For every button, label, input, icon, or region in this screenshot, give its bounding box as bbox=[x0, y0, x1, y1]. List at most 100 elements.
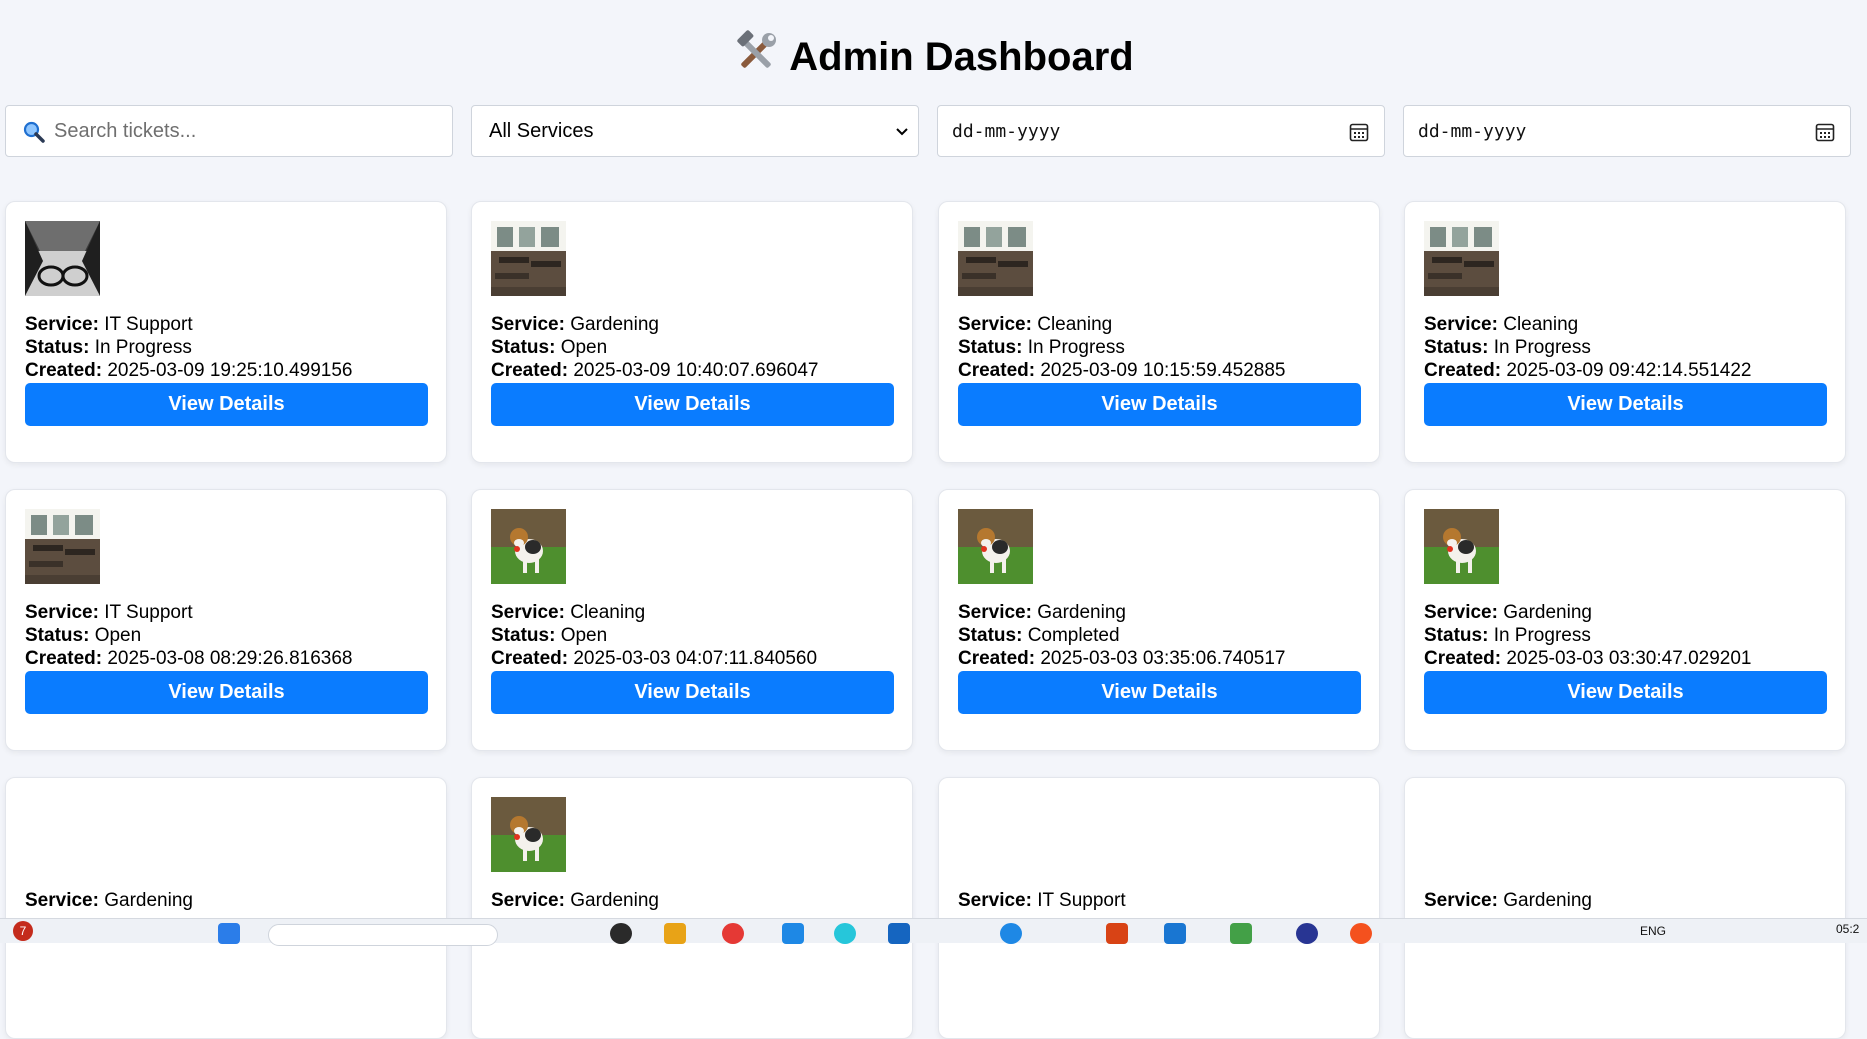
app-icon[interactable] bbox=[1296, 923, 1318, 944]
service-label: Service: bbox=[491, 314, 565, 335]
service-value: Cleaning bbox=[1037, 314, 1113, 335]
view-details-button[interactable]: View Details bbox=[958, 671, 1361, 714]
ticket-card: Service: IT Support bbox=[938, 777, 1380, 1039]
app-icon[interactable] bbox=[1000, 923, 1022, 944]
ticket-service: Service: Gardening bbox=[25, 889, 193, 912]
app-icon[interactable] bbox=[834, 923, 856, 944]
app-icon[interactable] bbox=[782, 923, 804, 944]
app-icon[interactable] bbox=[888, 923, 910, 944]
language-indicator[interactable]: ENG bbox=[1640, 924, 1666, 938]
page-title-text: Admin Dashboard bbox=[789, 35, 1134, 79]
date-to-input[interactable]: dd-mm-yyyy bbox=[1403, 105, 1851, 157]
service-select[interactable]: All Services bbox=[471, 105, 919, 157]
status-value: Open bbox=[560, 337, 608, 358]
ticket-service: Service: Gardening bbox=[491, 889, 659, 912]
ticket-status: Status: Open bbox=[491, 336, 607, 359]
ticket-created: Created: 2025-03-09 19:25:10.499156 bbox=[25, 359, 352, 382]
app-icon[interactable] bbox=[1350, 923, 1372, 944]
search-input[interactable] bbox=[52, 114, 442, 148]
ticket-thumbnail bbox=[1424, 509, 1499, 584]
created-label: Created: bbox=[25, 360, 103, 381]
ticket-status: Status: In Progress bbox=[25, 336, 192, 359]
ticket-card: Service: Gardening Status: In Progress Cre… bbox=[1404, 489, 1846, 751]
ticket-service: Service: Cleaning bbox=[491, 601, 645, 624]
service-label: Service: bbox=[491, 890, 565, 911]
search-box[interactable] bbox=[5, 105, 453, 157]
status-label: Status: bbox=[25, 625, 90, 646]
filter-bar: All Services dd-mm-yyyy dd-mm-yyyy bbox=[5, 105, 1851, 157]
ticket-thumbnail bbox=[958, 509, 1033, 584]
created-label: Created: bbox=[491, 648, 569, 669]
chevron-down-icon bbox=[894, 123, 910, 139]
service-value: IT Support bbox=[1037, 890, 1126, 911]
status-label: Status: bbox=[1424, 625, 1489, 646]
ticket-card: Service: IT Support Status: In Progress Cr… bbox=[5, 201, 447, 463]
chrome-icon[interactable] bbox=[722, 923, 744, 944]
ticket-created: Created: 2025-03-03 03:30:47.029201 bbox=[1424, 647, 1751, 670]
service-value: Gardening bbox=[570, 314, 659, 335]
ticket-status: Status: Open bbox=[491, 624, 607, 647]
app-icon[interactable] bbox=[1106, 923, 1128, 944]
app-icon[interactable] bbox=[1164, 923, 1186, 944]
date-from-value: dd-mm-yyyy bbox=[952, 121, 1061, 142]
service-label: Service: bbox=[25, 602, 99, 623]
service-value: Gardening bbox=[1503, 890, 1592, 911]
view-details-button[interactable]: View Details bbox=[25, 383, 428, 426]
ticket-card: Service: Cleaning Status: In Progress Crea… bbox=[1404, 201, 1846, 463]
folder-icon[interactable] bbox=[664, 923, 686, 944]
app-icon[interactable] bbox=[1230, 923, 1252, 944]
service-label: Service: bbox=[491, 602, 565, 623]
ticket-thumbnail bbox=[25, 509, 100, 584]
ticket-service: Service: Gardening bbox=[1424, 601, 1592, 624]
ticket-card: Service: Gardening bbox=[5, 777, 447, 1039]
view-details-button[interactable]: View Details bbox=[491, 383, 894, 426]
ticket-thumbnail bbox=[491, 509, 566, 584]
status-label: Status: bbox=[1424, 337, 1489, 358]
created-value: 2025-03-03 03:35:06.740517 bbox=[1040, 648, 1286, 669]
clock[interactable]: 05:2 bbox=[1836, 922, 1859, 936]
view-details-button[interactable]: View Details bbox=[25, 671, 428, 714]
created-label: Created: bbox=[958, 360, 1036, 381]
ticket-created: Created: 2025-03-09 09:42:14.551422 bbox=[1424, 359, 1751, 382]
created-value: 2025-03-08 08:29:26.816368 bbox=[107, 648, 353, 669]
service-value: Gardening bbox=[1037, 602, 1126, 623]
created-value: 2025-03-03 04:07:11.840560 bbox=[573, 648, 818, 669]
service-value: Gardening bbox=[1503, 602, 1592, 623]
page-title: Admin Dashboard bbox=[0, 30, 1867, 83]
status-label: Status: bbox=[25, 337, 90, 358]
ticket-service: Service: Gardening bbox=[1424, 889, 1592, 912]
service-label: Service: bbox=[25, 314, 99, 335]
status-value: Open bbox=[560, 625, 608, 646]
start-icon[interactable] bbox=[218, 923, 240, 944]
service-label: Service: bbox=[1424, 602, 1498, 623]
notification-badge[interactable]: 7 bbox=[13, 921, 33, 941]
ticket-service: Service: Gardening bbox=[491, 313, 659, 336]
service-value: Gardening bbox=[570, 890, 659, 911]
view-details-button[interactable]: View Details bbox=[491, 671, 894, 714]
created-value: 2025-03-09 10:15:59.452885 bbox=[1040, 360, 1286, 381]
view-details-button[interactable]: View Details bbox=[1424, 671, 1827, 714]
view-details-button[interactable]: View Details bbox=[958, 383, 1361, 426]
ticket-card: Service: Gardening Status: Open Created: 2… bbox=[471, 201, 913, 463]
status-value: In Progress bbox=[1493, 337, 1591, 358]
view-details-button[interactable]: View Details bbox=[1424, 383, 1827, 426]
app-icon[interactable] bbox=[610, 923, 632, 944]
service-value: Cleaning bbox=[1503, 314, 1579, 335]
calendar-icon[interactable] bbox=[1814, 121, 1836, 143]
created-label: Created: bbox=[958, 648, 1036, 669]
ticket-card: Service: Gardening bbox=[1404, 777, 1846, 1039]
date-from-input[interactable]: dd-mm-yyyy bbox=[937, 105, 1385, 157]
ticket-status: Status: In Progress bbox=[1424, 336, 1591, 359]
created-label: Created: bbox=[25, 648, 103, 669]
calendar-icon[interactable] bbox=[1348, 121, 1370, 143]
created-value: 2025-03-09 19:25:10.499156 bbox=[107, 360, 353, 381]
ticket-service: Service: IT Support bbox=[25, 601, 193, 624]
hammer-and-wrench-icon bbox=[733, 30, 779, 76]
ticket-thumbnail bbox=[491, 797, 566, 872]
ticket-created: Created: 2025-03-08 08:29:26.816368 bbox=[25, 647, 352, 670]
ticket-service: Service: Cleaning bbox=[1424, 313, 1578, 336]
ticket-thumbnail bbox=[1424, 221, 1499, 296]
ticket-thumbnail bbox=[958, 221, 1033, 296]
ticket-created: Created: 2025-03-09 10:40:07.696047 bbox=[491, 359, 818, 382]
ticket-status: Status: In Progress bbox=[958, 336, 1125, 359]
